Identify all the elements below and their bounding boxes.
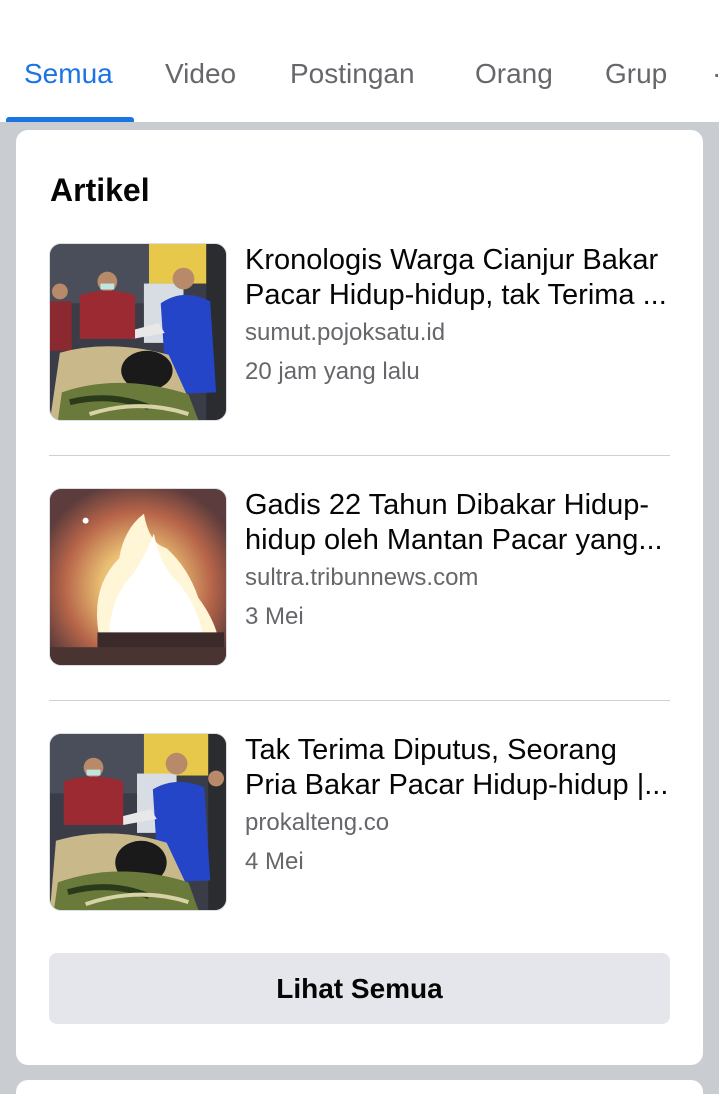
article-title-line: Kronologis Warga Cianjur Bakar xyxy=(245,244,659,276)
article-timestamp: 3 Mei xyxy=(245,603,304,630)
hospital-scene-image xyxy=(50,734,226,910)
article-title[interactable]: Tak Terima Diputus, Seorang Pria Bakar P… xyxy=(245,733,671,803)
article-timestamp: 20 jam yang lalu xyxy=(245,358,420,385)
next-card xyxy=(16,1080,703,1120)
article-title-line: Pria Bakar Pacar Hidup-hidup |... xyxy=(245,769,669,801)
tab-overflow-edge: · xyxy=(712,58,719,90)
article-title-line: Tak Terima Diputus, Seorang xyxy=(245,734,617,766)
article-timestamp: 4 Mei xyxy=(245,848,304,875)
article-item[interactable]: Kronologis Warga Cianjur Bakar Pacar Hid… xyxy=(49,243,670,423)
tab-semua[interactable]: Semua xyxy=(24,58,113,90)
articles-card: Artikel Kronologis Warga Cianjur Bakar P… xyxy=(16,130,703,1065)
hospital-scene-image xyxy=(50,244,226,420)
tab-orang[interactable]: Orang xyxy=(475,58,553,90)
tab-video[interactable]: Video xyxy=(165,58,236,90)
article-thumbnail[interactable] xyxy=(49,243,227,421)
article-item[interactable]: Tak Terima Diputus, Seorang Pria Bakar P… xyxy=(49,733,670,913)
divider xyxy=(49,455,670,456)
article-item[interactable]: Gadis 22 Tahun Dibakar Hidup- hidup oleh… xyxy=(49,488,670,668)
article-thumbnail[interactable] xyxy=(49,733,227,911)
section-title: Artikel xyxy=(50,172,150,208)
article-title[interactable]: Kronologis Warga Cianjur Bakar Pacar Hid… xyxy=(245,243,671,313)
article-title[interactable]: Gadis 22 Tahun Dibakar Hidup- hidup oleh… xyxy=(245,488,671,558)
divider xyxy=(49,700,670,701)
search-filter-tabs: Semua Video Postingan Orang Grup · xyxy=(0,0,719,122)
fire-image xyxy=(50,489,226,665)
article-source: sultra.tribunnews.com xyxy=(245,564,479,591)
article-source: sumut.pojoksatu.id xyxy=(245,319,446,346)
see-all-button[interactable]: Lihat Semua xyxy=(49,953,670,1024)
tab-postingan[interactable]: Postingan xyxy=(290,58,415,90)
article-source: prokalteng.co xyxy=(245,809,390,836)
article-title-line: Gadis 22 Tahun Dibakar Hidup- xyxy=(245,489,650,521)
tab-grup[interactable]: Grup xyxy=(605,58,667,90)
article-title-line: hidup oleh Mantan Pacar yang... xyxy=(245,524,663,556)
article-title-line: Pacar Hidup-hidup, tak Terima ... xyxy=(245,279,667,311)
article-thumbnail[interactable] xyxy=(49,488,227,666)
